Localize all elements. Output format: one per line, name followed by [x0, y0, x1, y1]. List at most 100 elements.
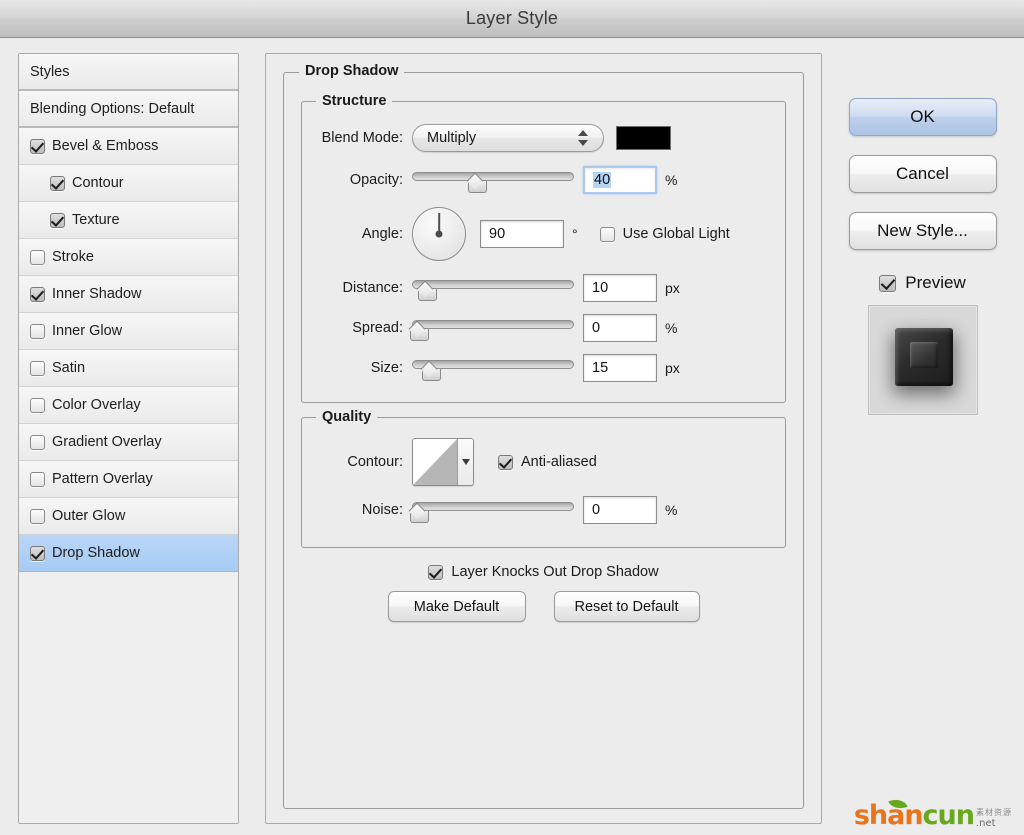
blending-options-row[interactable]: Blending Options: Default [19, 91, 238, 128]
spread-input[interactable]: 0 [583, 314, 657, 342]
spread-slider-thumb[interactable] [410, 324, 427, 340]
anti-aliased-checkbox[interactable] [498, 455, 513, 470]
cancel-button[interactable]: Cancel [849, 155, 997, 193]
reset-to-default-button[interactable]: Reset to Default [554, 591, 700, 622]
styles-list-item-label: Satin [52, 360, 85, 376]
angle-unit: ° [572, 226, 578, 242]
layer-knocks-out-checkbox[interactable] [428, 565, 443, 580]
shadow-color-swatch[interactable] [616, 126, 671, 150]
blend-mode-select[interactable]: Multiply [412, 124, 604, 152]
preview-checkbox[interactable] [879, 275, 896, 292]
noise-row: Noise: 0 % [302, 496, 785, 524]
styles-list-item[interactable]: Bevel & Emboss [19, 128, 238, 165]
new-style-button[interactable]: New Style... [849, 212, 997, 250]
contour-preview-icon [413, 439, 458, 485]
opacity-input[interactable]: 40 [583, 166, 657, 194]
effect-enable-checkbox[interactable] [30, 472, 45, 487]
styles-list-item[interactable]: Outer Glow [19, 498, 238, 535]
distance-slider-track [412, 280, 574, 289]
size-slider[interactable] [412, 357, 574, 379]
style-preview-thumbnail [868, 305, 978, 415]
styles-list-item[interactable]: Inner Shadow [19, 276, 238, 313]
effect-enable-checkbox[interactable] [30, 435, 45, 450]
opacity-row: Opacity: 40 % [302, 166, 785, 194]
make-default-button[interactable]: Make Default [388, 591, 526, 622]
styles-list-item[interactable]: Color Overlay [19, 387, 238, 424]
blend-mode-row: Blend Mode: Multiply [302, 124, 785, 152]
up-down-arrows-icon [578, 129, 589, 147]
styles-list-item-label: Stroke [52, 249, 94, 265]
preview-label: Preview [905, 273, 965, 293]
title-bar: Layer Style [0, 0, 1024, 38]
noise-slider[interactable] [412, 499, 574, 521]
styles-list-item[interactable]: Drop Shadow [19, 535, 238, 572]
effect-enable-checkbox[interactable] [50, 176, 65, 191]
distance-slider[interactable] [412, 277, 574, 299]
styles-list-item[interactable]: Satin [19, 350, 238, 387]
use-global-light-checkbox[interactable] [600, 227, 615, 242]
styles-list-item[interactable]: Gradient Overlay [19, 424, 238, 461]
chevron-down-icon[interactable] [458, 439, 473, 485]
angle-input[interactable]: 90 [480, 220, 564, 248]
preview-shape [895, 328, 953, 386]
styles-list-item-label: Drop Shadow [52, 545, 140, 561]
ok-button[interactable]: OK [849, 98, 997, 136]
contour-row: Contour: Anti-aliased [302, 438, 785, 486]
effect-enable-checkbox[interactable] [30, 250, 45, 265]
styles-list-item-label: Gradient Overlay [52, 434, 162, 450]
effect-enable-checkbox[interactable] [30, 509, 45, 524]
effect-enable-checkbox[interactable] [30, 139, 45, 154]
blend-mode-value: Multiply [427, 130, 578, 146]
blend-mode-label: Blend Mode: [302, 130, 412, 146]
styles-list-panel: Styles Blending Options: Default Bevel &… [18, 53, 239, 824]
quality-group: Quality Contour: Anti-aliased [301, 417, 786, 548]
angle-dial[interactable] [412, 207, 466, 261]
noise-value: 0 [592, 502, 600, 518]
styles-list-item-label: Pattern Overlay [52, 471, 153, 487]
effect-enable-checkbox[interactable] [30, 361, 45, 376]
effect-enable-checkbox[interactable] [30, 324, 45, 339]
layer-knocks-out-label: Layer Knocks Out Drop Shadow [451, 564, 658, 580]
watermark-suffix: 素材资源 .net [976, 809, 1012, 829]
window-title: Layer Style [466, 8, 558, 29]
styles-list-item-label: Bevel & Emboss [52, 138, 158, 154]
effect-enable-checkbox[interactable] [30, 546, 45, 561]
distance-row: Distance: 10 px [302, 274, 785, 302]
noise-input[interactable]: 0 [583, 496, 657, 524]
dialog-body: Styles Blending Options: Default Bevel &… [0, 38, 1024, 835]
styles-list-header[interactable]: Styles [19, 54, 238, 91]
use-global-light-row[interactable]: Use Global Light [600, 226, 730, 242]
styles-list-item[interactable]: Contour [19, 165, 238, 202]
size-input[interactable]: 15 [583, 354, 657, 382]
opacity-slider[interactable] [412, 169, 574, 191]
effect-enable-checkbox[interactable] [30, 287, 45, 302]
styles-list-item[interactable]: Pattern Overlay [19, 461, 238, 498]
contour-label: Contour: [302, 454, 412, 470]
spread-slider-track [412, 320, 574, 329]
styles-list-item-label: Texture [72, 212, 120, 228]
styles-list-item-label: Contour [72, 175, 124, 191]
distance-slider-thumb[interactable] [418, 284, 435, 300]
opacity-slider-thumb[interactable] [468, 176, 485, 192]
anti-aliased-row[interactable]: Anti-aliased [498, 454, 597, 470]
noise-slider-thumb[interactable] [410, 506, 427, 522]
angle-label: Angle: [302, 226, 412, 242]
styles-list-item-label: Inner Glow [52, 323, 122, 339]
angle-dial-hub [436, 231, 443, 238]
size-value: 15 [592, 360, 608, 376]
effect-enable-checkbox[interactable] [50, 213, 65, 228]
distance-input[interactable]: 10 [583, 274, 657, 302]
size-label: Size: [302, 360, 412, 376]
structure-group-legend: Structure [316, 93, 392, 109]
layer-knocks-out-row[interactable]: Layer Knocks Out Drop Shadow [428, 564, 658, 580]
opacity-value: 40 [593, 172, 611, 188]
opacity-unit: % [665, 172, 677, 188]
preview-toggle-row[interactable]: Preview [879, 273, 965, 293]
effect-enable-checkbox[interactable] [30, 398, 45, 413]
styles-list-item[interactable]: Inner Glow [19, 313, 238, 350]
spread-slider[interactable] [412, 317, 574, 339]
styles-list-item[interactable]: Stroke [19, 239, 238, 276]
contour-picker[interactable] [412, 438, 474, 486]
styles-list-item[interactable]: Texture [19, 202, 238, 239]
size-slider-thumb[interactable] [422, 364, 439, 380]
